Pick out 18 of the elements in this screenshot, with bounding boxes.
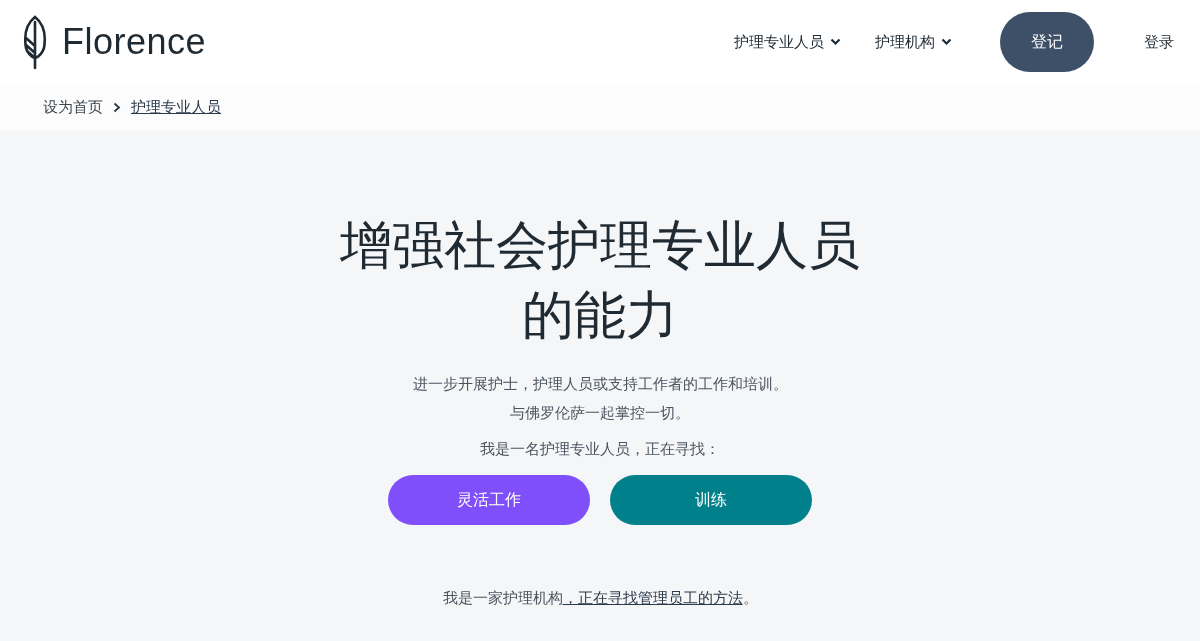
option-button[interactable]: 灵活工作 <box>388 475 590 525</box>
chevron-down-icon <box>830 38 841 46</box>
signup-button[interactable]: 登记 <box>1000 12 1094 72</box>
chevron-right-icon <box>113 101 121 113</box>
nav-menu[interactable]: 护理机构 <box>875 32 952 52</box>
nav-menu[interactable]: 护理专业人员 <box>734 32 841 52</box>
feather-logo-icon <box>22 14 48 70</box>
hero-heading: 增强社会护理专业人员 的能力 <box>340 214 860 347</box>
organization-sentence: 我是一家护理机构，正在寻找管理员工的方法。 <box>442 589 758 608</box>
intro-paragraph: 进一步开展护士，护理人员或支持工作者的工作和培训。 与佛罗伦萨一起掌控一切。 <box>412 374 788 424</box>
prompt-text: 我是一名护理专业人员，正在寻找： <box>480 440 720 459</box>
breadcrumb-link[interactable]: 护理专业人员 <box>131 97 221 117</box>
option-button[interactable]: 训练 <box>610 475 812 525</box>
breadcrumb-link[interactable]: 设为首页 <box>43 97 103 117</box>
logo-text: Florence <box>62 21 207 63</box>
organization-link[interactable]: ，正在寻找管理员工的方法 <box>562 589 743 607</box>
chevron-down-icon <box>941 38 952 46</box>
login-link[interactable]: 登录 <box>1144 32 1174 52</box>
